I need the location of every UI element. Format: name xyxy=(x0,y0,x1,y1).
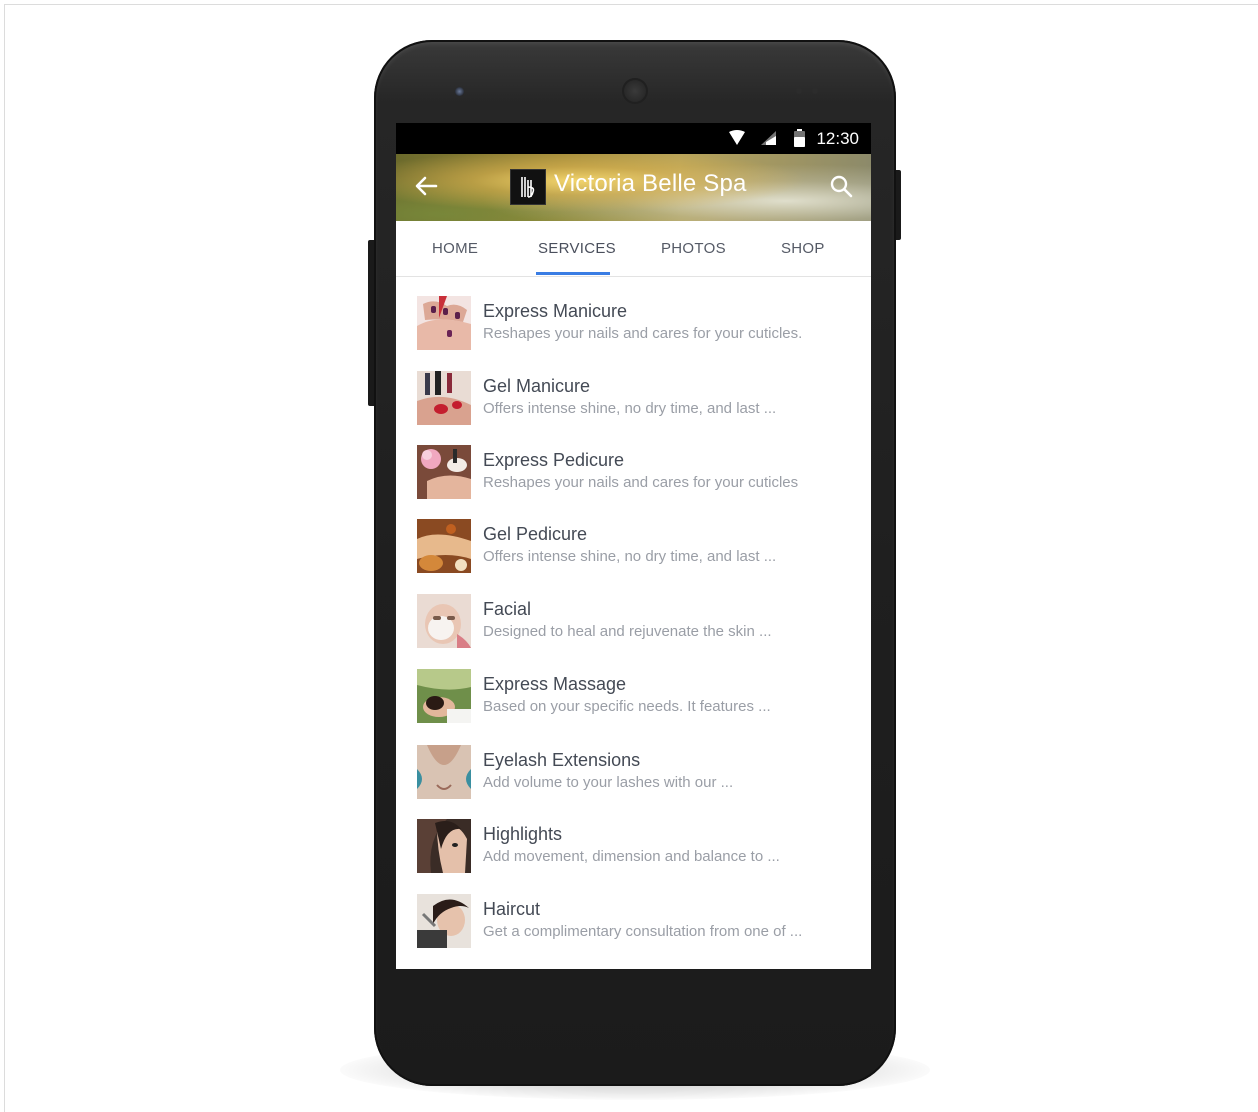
list-item[interactable]: Gel Manicure Offers intense shine, no dr… xyxy=(396,369,871,429)
signal-icon xyxy=(760,130,777,151)
spa-logo xyxy=(510,169,546,205)
service-description: Get a complimentary consultation from on… xyxy=(483,923,803,940)
service-description: Offers intense shine, no dry time, and l… xyxy=(483,400,777,417)
proximity-sensor xyxy=(796,88,802,94)
list-item[interactable]: Gel Pedicure Offers intense shine, no dr… xyxy=(396,517,871,577)
service-title: Haircut xyxy=(483,899,541,919)
service-thumbnail xyxy=(417,594,471,648)
service-thumbnail xyxy=(417,819,471,873)
list-item[interactable]: Express Massage Based on your specific n… xyxy=(396,667,871,727)
service-description: Based on your specific needs. It feature… xyxy=(483,698,771,715)
service-description: Offers intense shine, no dry time, and l… xyxy=(483,548,777,565)
service-description: Reshapes your nails and cares for your c… xyxy=(483,325,803,342)
service-title: Highlights xyxy=(483,824,563,844)
service-thumbnail xyxy=(417,296,471,350)
list-item[interactable]: Eyelash Extensions Add volume to your la… xyxy=(396,743,871,803)
tab-bar: HOME SERVICES PHOTOS SHOP xyxy=(396,221,871,277)
service-title: Eyelash Extensions xyxy=(483,750,641,770)
service-description: Reshapes your nails and cares for your c… xyxy=(483,474,799,491)
service-title: Express Pedicure xyxy=(483,450,625,470)
list-item[interactable]: Express Manicure Reshapes your nails and… xyxy=(396,294,871,354)
app-title: Victoria Belle Spa xyxy=(554,170,747,197)
search-icon[interactable] xyxy=(829,174,853,203)
service-title: Express Massage xyxy=(483,674,627,694)
list-item[interactable]: Express Pedicure Reshapes your nails and… xyxy=(396,443,871,503)
status-time: 12:30 xyxy=(816,129,859,148)
battery-icon xyxy=(794,129,805,152)
service-thumbnail xyxy=(417,445,471,499)
front-camera xyxy=(455,87,464,96)
app-bar: Victoria Belle Spa xyxy=(396,154,871,221)
service-thumbnail xyxy=(417,519,471,573)
wifi-icon xyxy=(728,130,746,151)
service-description: Add movement, dimension and balance to .… xyxy=(483,848,780,865)
phone-screen: 12:30 Victoria Belle Spa HOME SERVICES P… xyxy=(396,123,871,969)
service-title: Gel Pedicure xyxy=(483,524,588,544)
tab-photos[interactable]: PHOTOS xyxy=(661,240,726,257)
active-tab-indicator xyxy=(536,272,610,275)
list-item[interactable]: Haircut Get a complimentary consultation… xyxy=(396,892,871,952)
service-title: Gel Manicure xyxy=(483,376,591,396)
earpiece-speaker xyxy=(622,78,648,104)
service-thumbnail xyxy=(417,371,471,425)
tab-services[interactable]: SERVICES xyxy=(538,240,616,257)
service-title: Facial xyxy=(483,599,532,619)
service-description: Add volume to your lashes with our ... xyxy=(483,774,734,791)
service-title: Express Manicure xyxy=(483,301,628,321)
service-thumbnail xyxy=(417,745,471,799)
service-thumbnail xyxy=(417,894,471,948)
back-arrow-icon[interactable] xyxy=(414,175,438,202)
service-description: Designed to heal and rejuvenate the skin… xyxy=(483,623,772,640)
service-thumbnail xyxy=(417,669,471,723)
tab-home[interactable]: HOME xyxy=(432,240,478,257)
light-sensor xyxy=(812,88,818,94)
tab-shop[interactable]: SHOP xyxy=(781,240,825,257)
status-bar: 12:30 xyxy=(396,123,871,154)
list-item[interactable]: Highlights Add movement, dimension and b… xyxy=(396,817,871,877)
list-item[interactable]: Facial Designed to heal and rejuvenate t… xyxy=(396,592,871,652)
